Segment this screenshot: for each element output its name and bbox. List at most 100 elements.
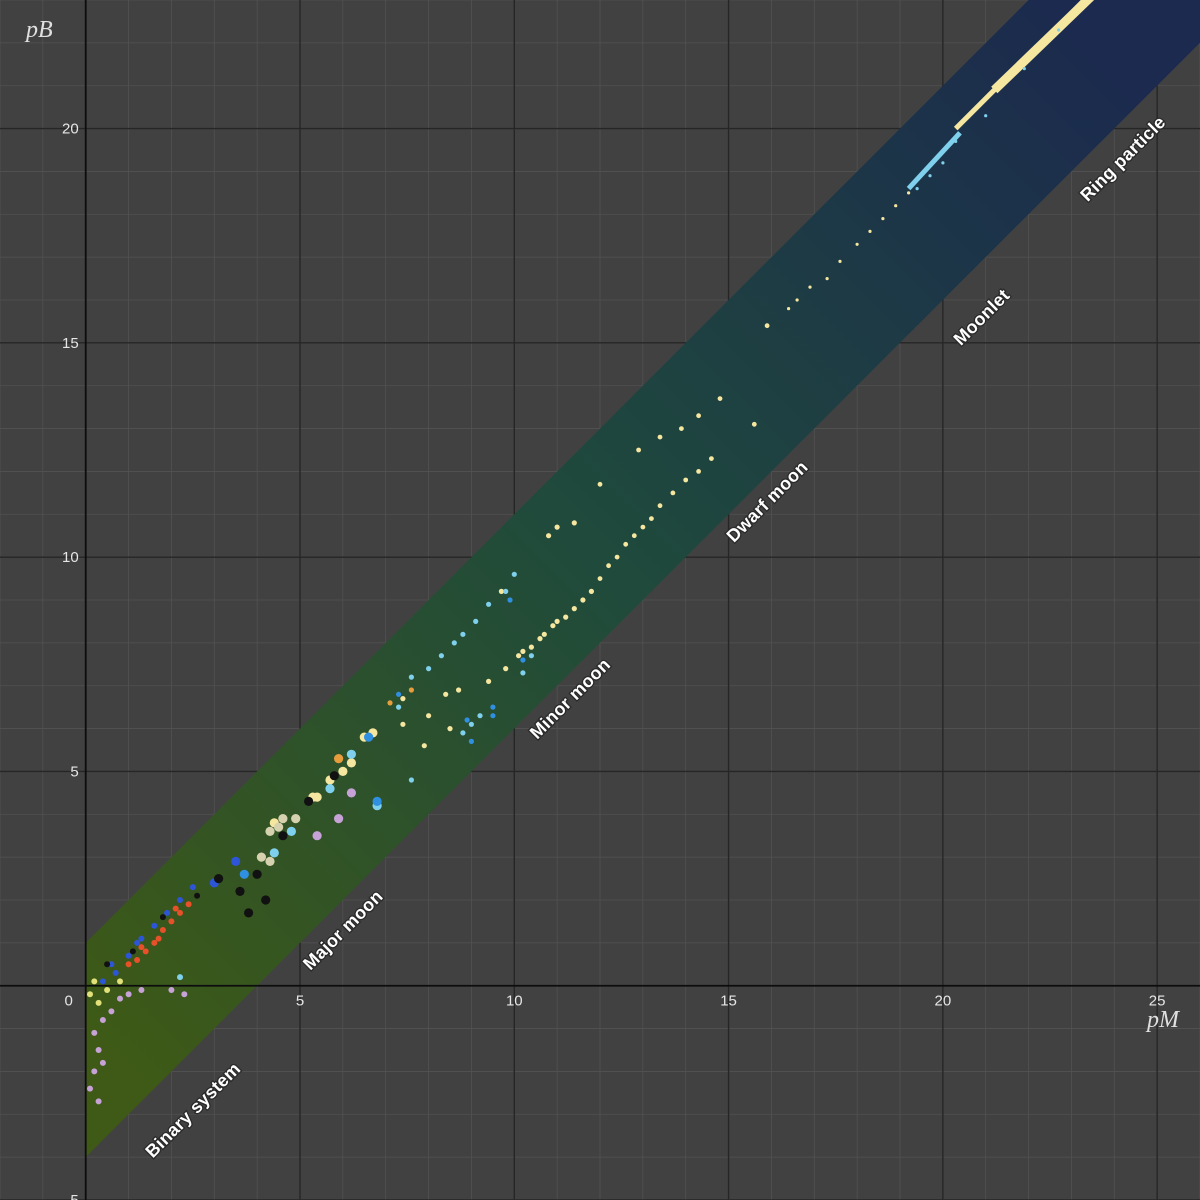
data-point: [95, 1047, 102, 1053]
data-point: [185, 901, 192, 908]
data-point: [151, 939, 158, 946]
data-point: [464, 717, 470, 723]
data-point: [915, 187, 919, 191]
data-point: [468, 721, 474, 727]
data-point: [503, 588, 509, 595]
data-point: [717, 396, 723, 401]
data-point: [91, 1029, 98, 1036]
tick-labels: 0510152025-55101520: [62, 121, 1165, 1200]
data-point: [825, 277, 829, 281]
data-point: [134, 957, 141, 963]
data-point: [99, 1059, 106, 1066]
data-point: [657, 434, 663, 440]
data-point: [138, 935, 145, 942]
data-point: [396, 704, 402, 710]
data-point: [787, 307, 791, 311]
data-point: [426, 713, 432, 719]
data-point: [387, 700, 393, 706]
data-point: [503, 666, 509, 672]
pb-vs-pm-scatter-chart: 0510152025-55101520 Binary systemMajor m…: [0, 0, 1200, 1200]
data-point: [928, 174, 932, 178]
data-point: [451, 640, 457, 646]
data-point: [683, 477, 689, 483]
data-point: [396, 691, 402, 697]
data-point: [244, 908, 254, 918]
data-point: [138, 987, 145, 993]
x-tick-label: 15: [720, 993, 737, 1010]
data-point: [304, 796, 314, 807]
data-point: [286, 826, 296, 837]
data-point: [408, 687, 414, 693]
data-point: [312, 831, 322, 841]
x-tick-label: 0: [65, 993, 73, 1010]
data-point: [657, 503, 663, 509]
data-point: [507, 597, 513, 603]
data-point: [838, 259, 842, 263]
data-point: [571, 606, 577, 612]
data-point: [623, 541, 629, 547]
data-point: [894, 204, 898, 208]
data-point: [155, 935, 162, 942]
data-point: [520, 648, 526, 655]
data-point: [87, 991, 93, 998]
data-point: [808, 285, 812, 289]
data-point: [189, 884, 196, 891]
data-point: [486, 678, 492, 685]
data-point: [640, 524, 646, 530]
data-point: [346, 758, 356, 768]
data-point: [274, 822, 284, 832]
data-point: [117, 995, 123, 1002]
data-point: [372, 796, 382, 807]
data-point: [338, 766, 348, 777]
data-point: [99, 978, 106, 985]
data-point: [1022, 67, 1026, 71]
data-point: [456, 687, 462, 693]
data-point: [291, 814, 301, 824]
data-point: [426, 666, 432, 672]
data-point: [125, 952, 132, 959]
data-point: [334, 754, 344, 764]
data-point: [400, 721, 406, 727]
data-point: [447, 726, 453, 732]
data-point: [541, 631, 547, 637]
data-point: [194, 892, 201, 899]
data-point: [239, 869, 249, 879]
data-point: [443, 691, 449, 697]
data-point: [159, 914, 166, 921]
data-point: [142, 948, 149, 955]
data-point: [588, 588, 595, 595]
data-point: [881, 217, 885, 221]
data-point: [125, 961, 132, 968]
data-point: [696, 413, 701, 419]
data-point: [99, 1017, 106, 1023]
data-point: [941, 161, 945, 165]
data-point: [636, 447, 641, 453]
data-point: [265, 826, 275, 837]
data-point: [95, 1098, 102, 1105]
data-point: [1057, 28, 1061, 32]
data-point: [597, 576, 603, 581]
data-point: [400, 696, 406, 702]
data-point: [520, 657, 526, 663]
data-point: [954, 139, 958, 143]
data-point: [490, 704, 496, 710]
data-point: [117, 978, 123, 985]
data-point: [177, 897, 183, 903]
data-point: [614, 554, 620, 560]
data-point: [177, 974, 183, 981]
data-point: [696, 469, 701, 474]
data-point: [104, 987, 111, 993]
data-point: [670, 490, 676, 496]
data-point: [516, 653, 522, 659]
data-point: [868, 229, 872, 233]
data-point: [486, 601, 492, 607]
data-point: [528, 644, 535, 650]
data-point: [984, 114, 988, 118]
data-point: [278, 814, 288, 824]
data-point: [751, 421, 757, 427]
data-point: [159, 927, 166, 933]
data-point: [334, 814, 344, 824]
data-point: [181, 991, 188, 998]
data-point: [346, 749, 356, 759]
data-point: [87, 1085, 93, 1092]
